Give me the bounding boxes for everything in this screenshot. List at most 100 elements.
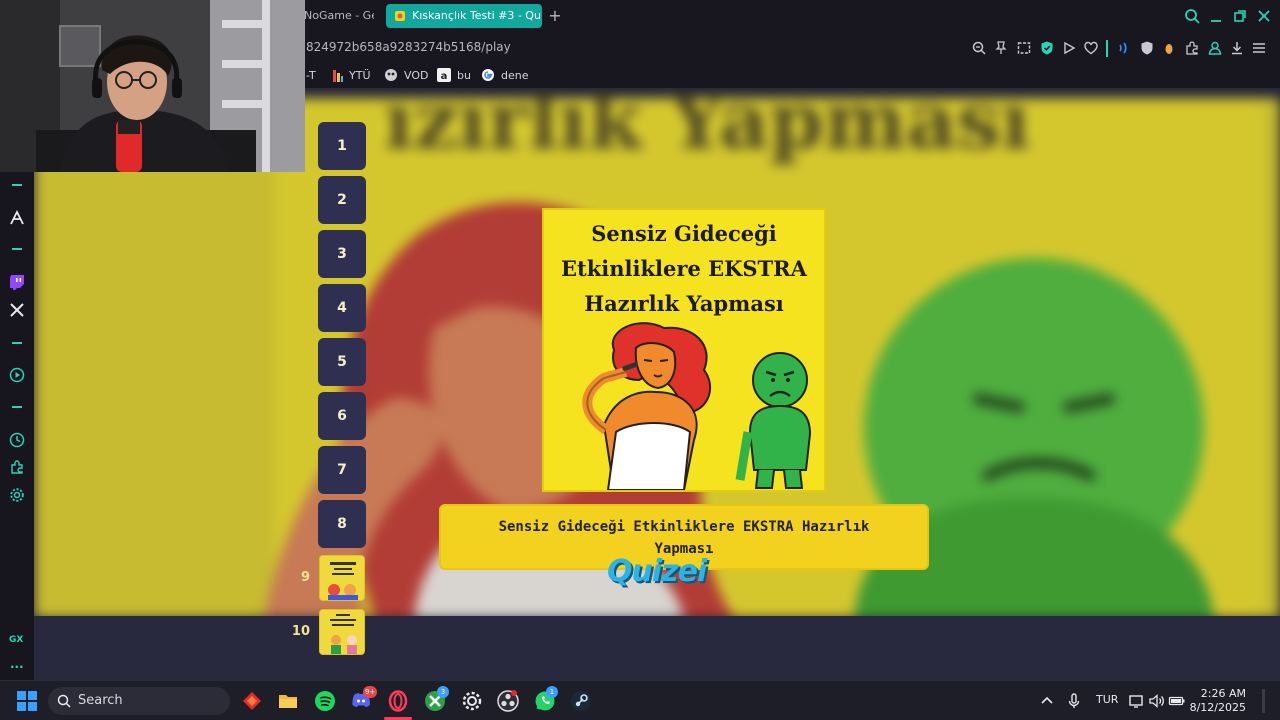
discord-badge: 9+ [363,686,378,698]
twitch-icon[interactable] [9,274,25,290]
quizei-logo: Quizei [607,554,707,589]
minimize-icon[interactable] [1206,6,1226,26]
red-app-icon[interactable] [241,690,263,712]
quiz-page: ızırlık Yapması 1 2 3 4 5 6 7 8 9 10 Sen… [34,88,1280,680]
question-item-3[interactable]: 3 [318,230,366,278]
bookmark-vod-icon [385,69,397,81]
question-item-1[interactable]: 1 [318,122,366,170]
blurred-heading: ızırlık Yapması [384,88,1031,167]
sidebar-divider [12,406,22,408]
player-icon[interactable] [9,367,25,383]
vpn-shield-icon[interactable] [1139,40,1155,56]
download-icon[interactable] [1229,40,1245,56]
question-item-2[interactable]: 2 [318,176,366,224]
card-title-line-3: Hazırlık Yapması [584,291,784,316]
bookmark-bu[interactable]: a bu [437,68,471,84]
extensions-icon[interactable] [1184,40,1200,56]
settings-gear-icon[interactable] [9,487,25,503]
webcam-overlay [0,0,305,172]
search-icon[interactable] [1182,6,1202,26]
question-thumb-10[interactable] [319,609,365,655]
bookmark-vod[interactable]: VOD [384,68,428,84]
language-indicator[interactable]: TUR [1096,693,1118,706]
google-icon [482,69,494,81]
question-thumb-9[interactable] [319,555,365,601]
webcam-feed [0,0,305,172]
thumb-illustration [328,562,358,600]
file-explorer-icon[interactable] [277,690,299,712]
bookmark-t[interactable]: -T [306,68,316,84]
question-item-7[interactable]: 7 [318,446,366,494]
question-item-6[interactable]: 6 [318,392,366,440]
snapshot-icon[interactable] [1016,40,1032,56]
bookmark-ytu-icon [333,70,343,82]
svg-text:a: a [441,71,448,82]
question-card: Sensiz Gideceği Etkinliklere EKSTRA Hazı… [542,208,826,492]
battery-icon[interactable] [1168,692,1186,710]
microphone-icon[interactable] [1065,692,1083,710]
pin-icon[interactable] [993,40,1009,56]
tab-label: NoGame - Gele [304,9,374,22]
audio-icon[interactable] [1116,40,1132,56]
close-icon[interactable] [1254,6,1274,26]
question-item-5[interactable]: 5 [318,338,366,386]
network-icon[interactable] [1128,692,1146,710]
steam-icon[interactable] [570,690,592,712]
taskbar-clock[interactable]: 2:26 AM 8/12/2025 [1186,687,1246,715]
url-field[interactable]: 824972b658a9283274b5168/play [306,40,511,54]
gx-sidebar: GX ... [0,172,34,680]
heart-icon[interactable] [1083,40,1099,56]
sidebar-divider [12,184,22,186]
tab-label: Kıskançlık Testi #3 - Quiz [412,9,542,22]
gx-label[interactable]: GX [9,635,23,645]
play-icon[interactable] [1061,40,1077,56]
toolbar-divider [1106,40,1108,57]
question-number-9: 9 [300,570,310,585]
quiz-favicon-icon [395,11,405,21]
settings-app-icon[interactable] [461,690,483,712]
clock-time: 2:26 AM [1200,687,1246,700]
card-title-line-2: Etkinliklere EKSTRA [561,256,807,281]
xbox-badge: 3 [437,686,449,698]
obs-icon[interactable] [497,690,519,712]
new-tab-button[interactable]: + [546,6,564,26]
card-title: Sensiz Gideceği Etkinliklere EKSTRA Hazı… [544,216,824,321]
sidebar-more-button[interactable]: ... [10,657,24,671]
x-twitter-icon[interactable] [9,302,25,318]
search-icon [57,694,71,708]
menu-icon[interactable] [1251,40,1267,56]
clock-date: 8/12/2025 [1189,701,1246,714]
tab-quiz-active[interactable]: Kıskançlık Testi #3 - Quiz [386,4,542,28]
amazon-icon: a [437,68,451,82]
bookmark-dene[interactable]: dene [481,68,529,84]
card-title-line-1: Sensiz Gideceği [591,221,777,246]
extension-orange-icon[interactable] [1161,40,1177,56]
shield-icon[interactable] [1039,40,1055,56]
sidebar-divider [12,248,22,250]
question-item-4[interactable]: 4 [318,284,366,332]
bottom-strip [34,616,1280,680]
history-icon[interactable] [9,432,25,448]
aria-icon[interactable] [9,210,25,226]
whatsapp-badge: 1 [546,686,558,698]
bookmark-ytu[interactable]: YTÜ [333,68,371,84]
zoom-icon[interactable] [971,40,987,56]
thumb-illustration [330,614,357,654]
taskbar-search[interactable]: Search [48,687,230,715]
extensions-sidebar-icon[interactable] [9,459,25,475]
account-icon[interactable] [1207,40,1223,56]
sidebar-divider [12,342,22,344]
chevron-up-icon[interactable] [1038,692,1056,710]
spotify-icon[interactable] [314,690,336,712]
windows-start-icon[interactable] [16,690,38,712]
taskbar-search-label: Search [78,693,123,708]
question-number-10: 10 [291,624,310,639]
restore-icon[interactable] [1230,6,1250,26]
volume-icon[interactable] [1148,692,1166,710]
opera-gx-icon[interactable] [387,690,409,712]
question-item-8[interactable]: 8 [318,500,366,548]
tab-nogame[interactable]: NoGame - Gele [296,4,374,28]
windows-taskbar: Search 9+ 3 1 TUR 2:26 AM 8/12/2025 [0,680,1280,720]
card-illustration [582,322,812,490]
show-desktop-button[interactable] [1262,689,1265,713]
